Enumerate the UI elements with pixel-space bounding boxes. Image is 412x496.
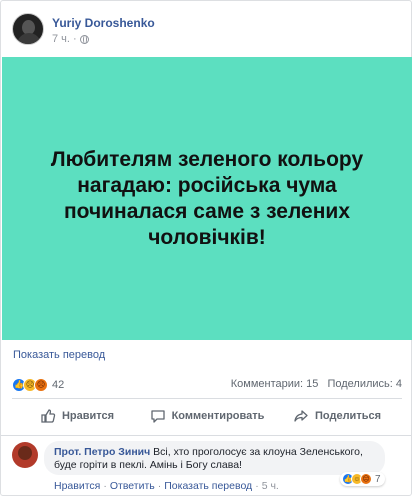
commenter-name[interactable]: Прот. Петро Зинич (54, 446, 150, 458)
shares-count[interactable]: Поделились: 4 (327, 378, 402, 390)
comment-reactions[interactable]: 👍 ☺ ☹ 7 (340, 472, 385, 486)
reactions-count: 42 (52, 379, 65, 391)
angry-icon: ☹ (34, 378, 48, 392)
comment-bubble: Прот. Петро Зинич Всі, хто проголосує за… (44, 441, 385, 475)
post-meta: 7 ч. · (52, 33, 89, 45)
divider (1, 435, 411, 436)
comment-reactions-count: 7 (375, 473, 381, 485)
author-name[interactable]: Yuriy Doroshenko (52, 16, 155, 30)
like-button-label: Нравится (61, 410, 115, 422)
share-button-label: Поделиться (314, 410, 382, 422)
share-icon (294, 410, 308, 422)
comment-button[interactable]: Комментировать (142, 399, 272, 433)
post-time[interactable]: 7 ч. (52, 33, 70, 45)
comments-count[interactable]: Комментарии: 15 (231, 378, 319, 390)
reactions-summary[interactable]: 👍 ☹ ☹ 42 (12, 378, 64, 392)
show-translation-link[interactable]: Показать перевод (13, 349, 105, 361)
stats-right: Комментарии: 15 Поделились: 4 (231, 378, 402, 390)
comment-time[interactable]: 5 ч. (262, 480, 279, 492)
post-actions: Нравится Комментировать Поделиться (12, 399, 402, 433)
comment-like-link[interactable]: Нравится (54, 480, 100, 492)
globe-icon[interactable] (79, 34, 89, 44)
post-text-background: Любителям зеленого кольору нагадаю: росі… (2, 57, 412, 340)
post-text: Любителям зеленого кольору нагадаю: росі… (50, 147, 364, 249)
post-card: Yuriy Doroshenko 7 ч. · Любителям зелено… (0, 0, 412, 496)
comment-translate-link[interactable]: Показать перевод (164, 480, 252, 492)
angry-icon: ☹ (360, 473, 372, 485)
post-stats: 👍 ☹ ☹ 42 Комментарии: 15 Поделились: 4 (12, 378, 402, 394)
comment-icon (150, 410, 165, 423)
share-button[interactable]: Поделиться (272, 399, 402, 433)
comment-button-label: Комментировать (171, 410, 265, 422)
commenter-avatar[interactable] (12, 442, 38, 468)
like-button[interactable]: Нравится (12, 399, 142, 433)
author-avatar[interactable] (12, 13, 44, 45)
comment-reply-link[interactable]: Ответить (110, 480, 155, 492)
comment-actions: Нравится · Ответить · Показать перевод · 5 ч. (54, 480, 279, 492)
thumbs-up-icon (41, 409, 56, 423)
